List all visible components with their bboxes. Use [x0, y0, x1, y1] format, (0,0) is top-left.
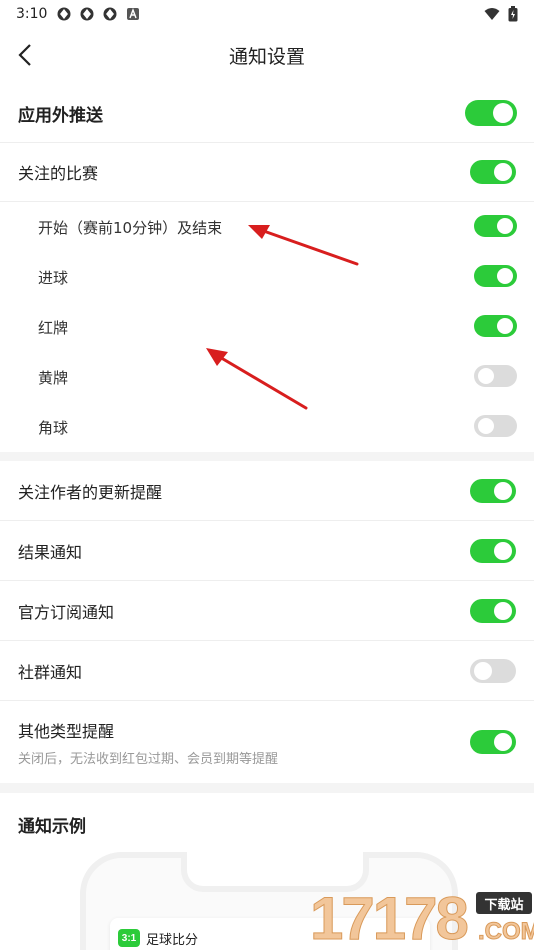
example-title: 通知示例 [18, 817, 86, 837]
setting-row: 其他类型提醒 关闭后，无法收到红包过期、会员到期等提醒 [0, 701, 534, 783]
setting-label: 红牌 [38, 318, 69, 337]
setting-label: 应用外推送 [18, 105, 103, 126]
a-icon [127, 8, 140, 20]
setting-description: 关闭后，无法收到红包过期、会员到期等提醒 [18, 751, 279, 767]
watermark-digits: 17178 [310, 885, 470, 950]
red-card-toggle[interactable] [474, 315, 517, 337]
watermark-logo: 17178 下载站 .COM [310, 885, 534, 950]
status-bar: 3:10 [0, 0, 534, 28]
red-arrow-icon [206, 348, 308, 410]
setting-row: 社群通知 [0, 641, 534, 700]
match-start-end-toggle[interactable] [474, 215, 517, 237]
page-title: 通知设置 [228, 45, 305, 68]
setting-label: 关注作者的更新提醒 [18, 482, 163, 502]
setting-row: 关注作者的更新提醒 [0, 461, 534, 520]
wifi-icon [484, 8, 500, 20]
setting-row-followed-matches: 关注的比赛 [0, 143, 534, 201]
setting-label: 结果通知 [18, 542, 83, 562]
back-button[interactable] [8, 38, 42, 72]
setting-label: 开始（赛前10分钟）及结束 [38, 218, 223, 237]
status-time: 3:10 [16, 6, 48, 22]
app-logo-icon: 3:1 [118, 929, 140, 947]
setting-label: 关注的比赛 [18, 164, 99, 183]
watermark-badge: 下载站 [476, 892, 532, 914]
setting-label: 官方订阅通知 [18, 602, 115, 622]
app-icon [103, 7, 117, 21]
setting-label: 其他类型提醒 [18, 721, 115, 741]
result-toggle[interactable] [470, 539, 516, 563]
setting-row: 结果通知 [0, 521, 534, 580]
community-toggle[interactable] [470, 659, 516, 683]
app-name: 足球比分 [146, 932, 199, 948]
push-toggle[interactable] [465, 100, 517, 126]
setting-row: 官方订阅通知 [0, 581, 534, 640]
setting-label: 黄牌 [38, 368, 69, 387]
chevron-left-icon [18, 44, 31, 66]
setting-label: 角球 [38, 418, 69, 437]
battery-icon [508, 6, 518, 22]
app-icon [57, 7, 71, 21]
corner-toggle[interactable] [474, 415, 517, 437]
followed-matches-toggle[interactable] [470, 160, 516, 184]
app-icon [80, 7, 94, 21]
setting-row-push: 应用外推送 [0, 84, 534, 142]
author-update-toggle[interactable] [470, 479, 516, 503]
setting-label: 社群通知 [18, 662, 83, 682]
goal-toggle[interactable] [474, 265, 517, 287]
watermark-suffix: .COM [478, 918, 534, 946]
other-reminder-toggle[interactable] [470, 730, 516, 754]
yellow-card-toggle[interactable] [474, 365, 517, 387]
setting-label: 进球 [38, 268, 69, 287]
nav-bar: 通知设置 [0, 30, 534, 80]
official-subscription-toggle[interactable] [470, 599, 516, 623]
red-arrow-icon [248, 225, 359, 266]
